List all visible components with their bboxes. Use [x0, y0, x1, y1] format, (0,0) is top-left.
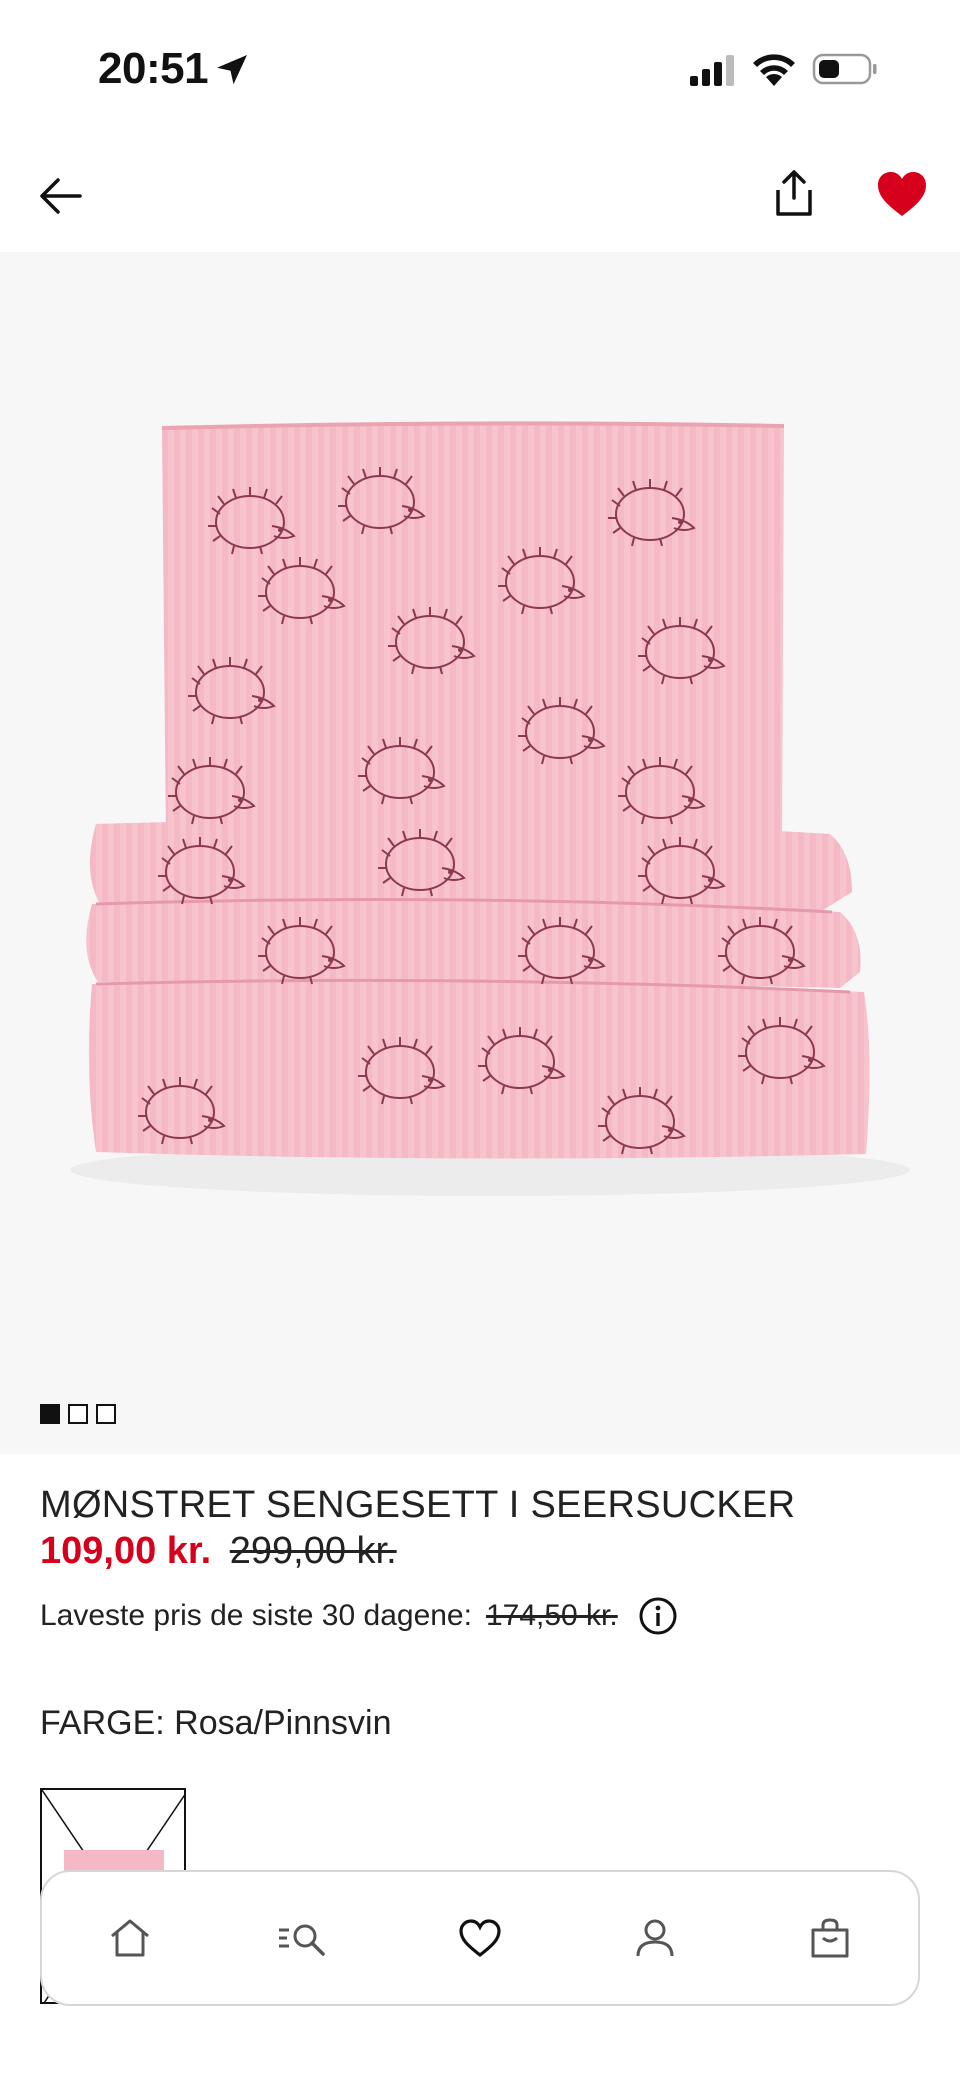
status-bar: 20:51 [0, 0, 960, 140]
info-icon[interactable] [638, 1596, 678, 1636]
tab-bag[interactable] [800, 1908, 860, 1968]
top-nav [0, 150, 960, 250]
pagination-dot-1[interactable] [40, 1404, 60, 1424]
sale-price: 109,00 kr. [40, 1530, 212, 1572]
product-image[interactable] [0, 252, 960, 1454]
image-pagination [40, 1404, 116, 1424]
share-icon[interactable] [768, 166, 820, 222]
location-arrow-icon [217, 55, 247, 85]
shopping-bag-icon [811, 1918, 849, 1958]
home-icon [110, 1919, 149, 1957]
back-arrow-icon[interactable] [34, 170, 86, 222]
original-price: 299,00 kr. [229, 1530, 397, 1572]
pagination-dot-2[interactable] [68, 1404, 88, 1424]
lowest-price-value: 174,50 kr. [485, 1599, 618, 1632]
tab-search[interactable] [275, 1908, 335, 1968]
favorite-heart-icon[interactable] [876, 170, 928, 218]
bottom-tab-bar [40, 1870, 920, 2006]
favorites-heart-icon [459, 1919, 501, 1958]
account-icon [636, 1919, 674, 1957]
tab-account[interactable] [625, 1908, 685, 1968]
tab-favorites[interactable] [450, 1908, 510, 1968]
lowest-price-row: Laveste pris de siste 30 dagene: 174,50 … [40, 1596, 678, 1636]
pagination-dot-3[interactable] [96, 1404, 116, 1424]
wifi-icon [753, 54, 795, 86]
lowest-price-label: Laveste pris de siste 30 dagene: [40, 1599, 472, 1632]
color-label: FARGE: Rosa/Pinnsvin [40, 1704, 392, 1742]
tab-home[interactable] [100, 1908, 160, 1968]
search-icon [278, 1924, 325, 1956]
cellular-signal-icon [690, 55, 734, 86]
product-title: MØNSTRET SENGESETT I SEERSUCKER [40, 1484, 796, 1526]
battery-icon [812, 53, 877, 85]
bedding-illustration [70, 421, 910, 1196]
status-time: 20:51 [98, 44, 209, 93]
price-row: 109,00 kr. 299,00 kr. [40, 1530, 397, 1573]
